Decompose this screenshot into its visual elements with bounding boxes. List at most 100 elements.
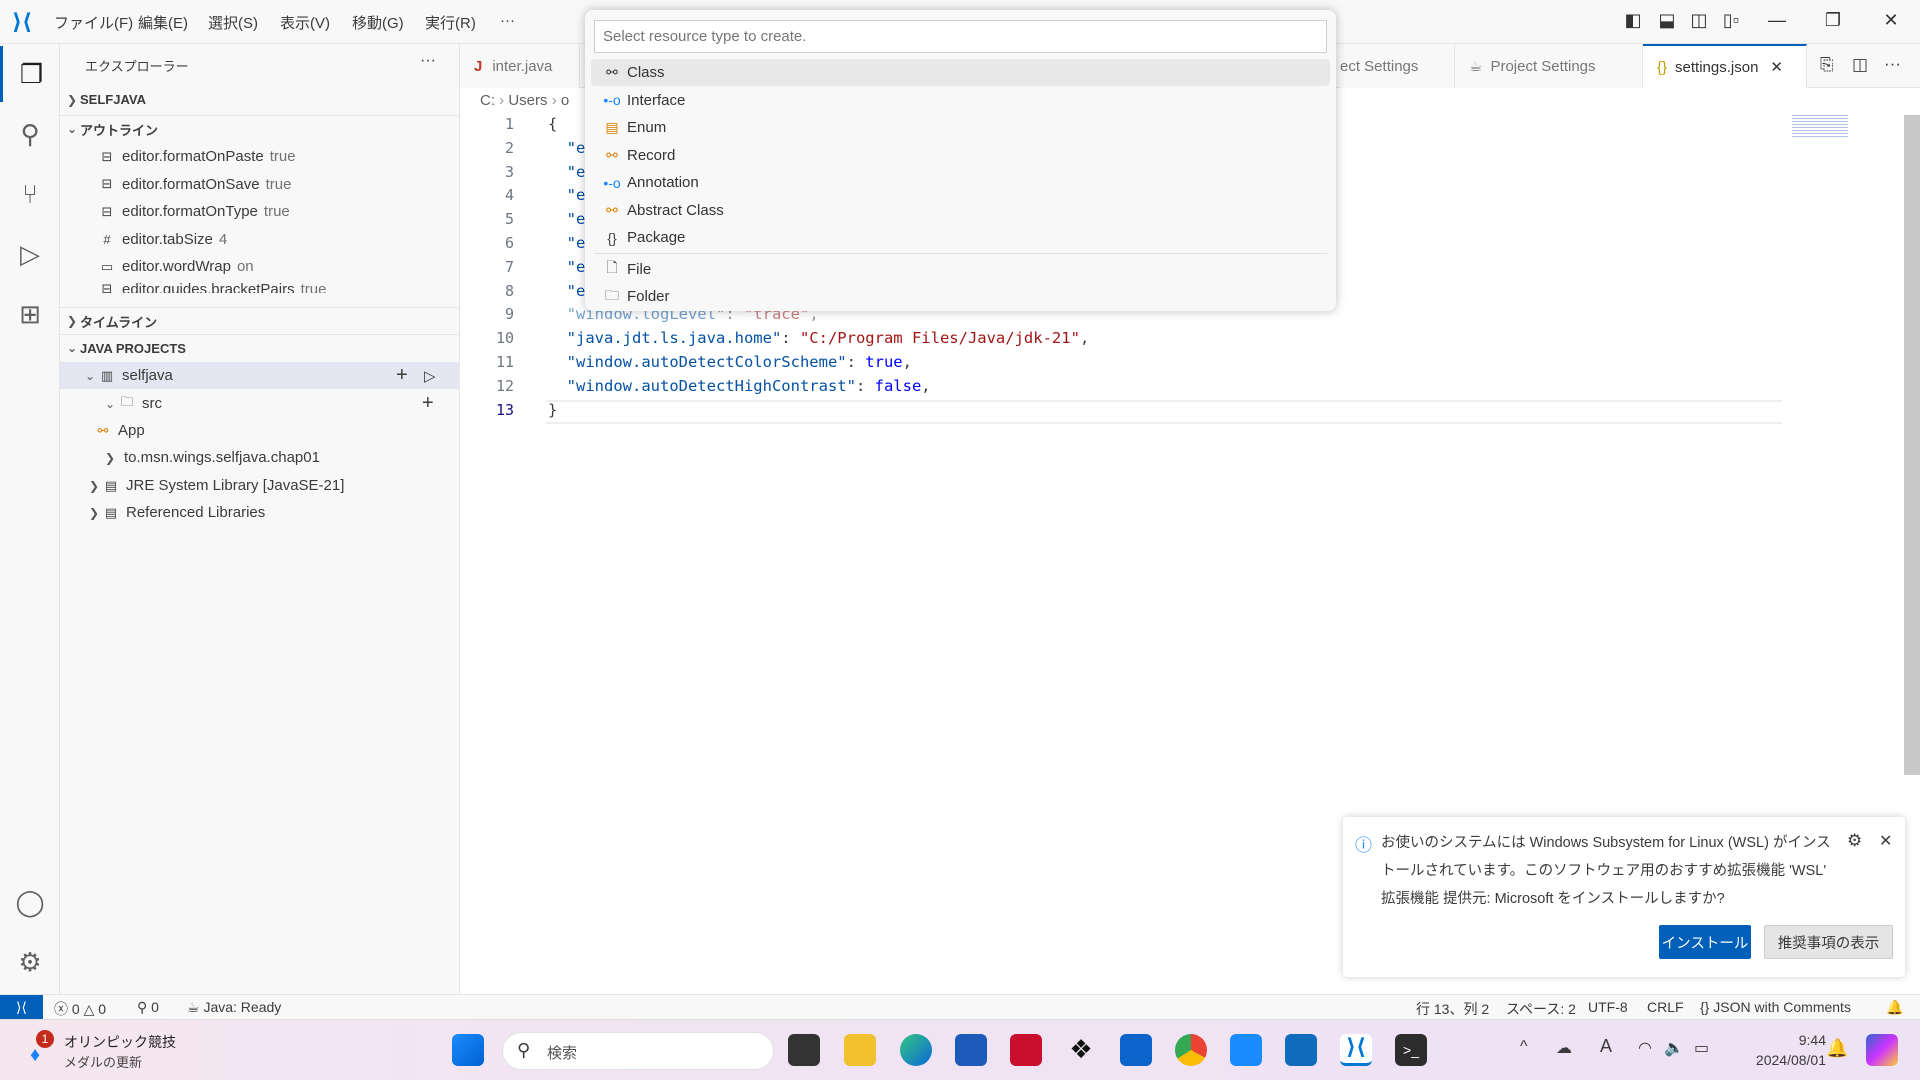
more-actions-button[interactable]: ···	[420, 52, 436, 70]
close-tab-icon[interactable]: ✕	[1770, 58, 1783, 76]
java-status[interactable]: ☕ Java: Ready	[187, 999, 281, 1016]
source-control-icon[interactable]: ⑂	[0, 166, 60, 222]
outline-item[interactable]: ⊟ editor.formatOnPaste true	[60, 143, 459, 170]
outlook-new-icon[interactable]	[1285, 1034, 1317, 1066]
add-icon[interactable]: +	[396, 364, 408, 387]
quick-pick-item[interactable]: •-o Interface	[591, 87, 1330, 114]
split-editor-icon[interactable]: ◫	[1852, 55, 1868, 75]
code-line[interactable]: "window.autoDetectColorScheme": true,	[548, 353, 912, 371]
wifi-icon[interactable]: ◠	[1638, 1038, 1652, 1058]
code-line[interactable]: "e	[548, 234, 586, 252]
minimap[interactable]	[1792, 115, 1848, 139]
outline-item[interactable]: ⊟ editor.formatOnType true	[60, 198, 459, 225]
quick-pick-item[interactable]: ⚯ Record	[591, 142, 1330, 169]
code-line[interactable]: "e	[548, 258, 586, 276]
mcafee-icon[interactable]	[1010, 1034, 1042, 1066]
tree-item-app[interactable]: ⚯ App	[60, 417, 459, 444]
code-line[interactable]: "e	[548, 210, 586, 228]
search-icon[interactable]: ⚲	[0, 106, 60, 162]
task-view-icon[interactable]	[788, 1034, 820, 1066]
restore-button[interactable]: ❐	[1818, 10, 1848, 31]
edge-icon[interactable]	[900, 1034, 932, 1066]
menu-go[interactable]: 移動(G)	[352, 12, 404, 33]
project-selfjava[interactable]: ⌄ ▥ selfjava + ▷	[60, 362, 459, 389]
quick-pick-item[interactable]: 🗀 Folder	[591, 283, 1330, 310]
file-explorer-icon[interactable]	[844, 1034, 876, 1066]
gear-icon[interactable]: ⚙	[1847, 831, 1862, 851]
breadcrumb-item[interactable]: o	[561, 92, 569, 109]
account-icon[interactable]: ◯	[0, 874, 60, 930]
menu-more[interactable]: ···	[500, 12, 515, 29]
volume-icon[interactable]: 🔈	[1664, 1038, 1684, 1058]
section-java-projects[interactable]: ⌄ JAVA PROJECTS	[60, 334, 459, 361]
copilot-icon[interactable]	[1866, 1034, 1898, 1066]
minimize-button[interactable]: —	[1762, 10, 1792, 31]
taskbar-search[interactable]: ⚲ 検索	[502, 1032, 774, 1070]
breadcrumb-item[interactable]: C:	[480, 92, 495, 109]
outline-item[interactable]: # editor.tabSize 4	[60, 226, 459, 253]
run-debug-icon[interactable]: ▷	[424, 367, 436, 385]
section-timeline[interactable]: ❯ タイムライン	[60, 307, 459, 334]
code-line[interactable]: "e	[548, 186, 586, 204]
cursor-position[interactable]: 行 13、列 2	[1416, 999, 1489, 1019]
gear-icon[interactable]: ⚙	[0, 934, 60, 990]
quick-pick-item[interactable]: •-o Annotation	[591, 169, 1330, 196]
tab-settings-json[interactable]: {} settings.json ✕	[1643, 44, 1807, 88]
extensions-icon[interactable]: ⊞	[0, 286, 60, 342]
outline-item[interactable]: ▭ editor.wordWrap on	[60, 253, 459, 280]
outline-item[interactable]: ⊟ editor.guides.bracketPairs true	[60, 281, 459, 293]
section-outline[interactable]: ⌄ アウトライン	[60, 115, 459, 142]
tree-item-package[interactable]: ❯ to.msn.wings.selfjava.chap01	[60, 444, 459, 471]
encoding[interactable]: UTF-8	[1588, 999, 1628, 1015]
run-debug-icon[interactable]: ▷	[0, 226, 60, 282]
ports-status[interactable]: ⚲ 0	[137, 999, 159, 1016]
section-selfjava[interactable]: ❯ SELFJAVA	[60, 86, 459, 113]
more-actions-icon[interactable]: ···	[1884, 54, 1901, 74]
vertical-scrollbar[interactable]	[1904, 115, 1920, 775]
indentation[interactable]: スペース: 2	[1506, 999, 1576, 1019]
app-icon[interactable]	[1230, 1034, 1262, 1066]
onedrive-icon[interactable]: ☁	[1556, 1038, 1572, 1058]
start-button[interactable]	[452, 1034, 484, 1066]
toggle-secondary-sidebar-icon[interactable]: ◫	[1684, 10, 1714, 31]
clock-time[interactable]: 9:44	[1760, 1032, 1826, 1048]
add-icon[interactable]: +	[422, 392, 434, 415]
outline-item[interactable]: ⊟ editor.formatOnSave true	[60, 171, 459, 198]
menu-run[interactable]: 実行(R)	[425, 12, 476, 33]
tree-item-src[interactable]: ⌄ 🗀 src +	[60, 390, 459, 417]
toggle-primary-sidebar-icon[interactable]: ◧	[1618, 10, 1648, 31]
explorer-icon[interactable]: ❐	[0, 46, 60, 102]
quick-pick-item[interactable]: {} Package	[591, 224, 1330, 251]
language-mode[interactable]: {} JSON with Comments	[1700, 999, 1851, 1015]
outlook-icon[interactable]	[1120, 1034, 1152, 1066]
tree-item-jre[interactable]: ❯ ▤ JRE System Library [JavaSE-21]	[60, 472, 459, 499]
clock-date[interactable]: 2024/08/01	[1738, 1052, 1826, 1068]
menu-file[interactable]: ファイル(F)	[54, 12, 133, 33]
tree-item-referenced-libraries[interactable]: ❯ ▤ Referenced Libraries	[60, 499, 459, 526]
open-settings-icon[interactable]: ⎘	[1820, 55, 1834, 75]
tab-inter-java[interactable]: Jinter.java	[460, 44, 580, 88]
problems-status[interactable]: ⓧ 0 △ 0	[54, 999, 106, 1019]
dropbox-icon[interactable]: ❖	[1065, 1034, 1097, 1066]
code-line[interactable]: "e	[548, 282, 586, 300]
quick-pick-item[interactable]: 🗋 File	[591, 256, 1330, 283]
notification-bell-icon[interactable]: 🔔	[1826, 1038, 1848, 1059]
tab-settings-partial[interactable]: ect Settings	[1340, 44, 1455, 88]
vscode-taskbar-icon[interactable]: ⟩⟨	[1340, 1034, 1372, 1066]
toggle-panel-icon[interactable]: ⬓	[1652, 10, 1682, 31]
resource-type-input[interactable]	[594, 20, 1327, 53]
quick-pick-item[interactable]: ⚯ Class	[591, 59, 1330, 86]
store-icon[interactable]	[955, 1034, 987, 1066]
tab-project-settings[interactable]: ☕ Project Settings	[1455, 44, 1643, 88]
close-notification-icon[interactable]: ✕	[1879, 831, 1892, 851]
code-line[interactable]: {	[548, 115, 557, 133]
notifications-bell-icon[interactable]: 🔔	[1886, 999, 1903, 1016]
remote-icon[interactable]: ⟩⟨	[0, 995, 43, 1020]
quick-pick-item[interactable]: ⚯ Abstract Class	[591, 197, 1330, 224]
install-button[interactable]: インストール	[1659, 925, 1751, 959]
breadcrumb-item[interactable]: Users	[508, 92, 547, 109]
quick-pick-item[interactable]: ▤ Enum	[591, 114, 1330, 141]
eol[interactable]: CRLF	[1647, 999, 1684, 1015]
battery-icon[interactable]: ▭	[1694, 1038, 1709, 1058]
show-hidden-icons[interactable]: ^	[1520, 1038, 1528, 1056]
